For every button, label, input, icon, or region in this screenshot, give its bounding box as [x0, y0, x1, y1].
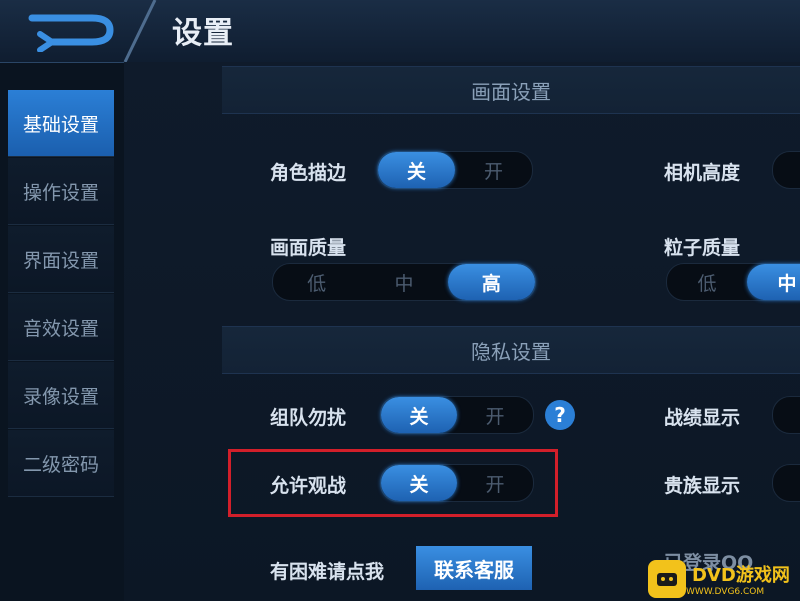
stats-display-label: 战绩显示: [664, 407, 741, 429]
header-divider-icon: [123, 0, 157, 62]
quality-selector[interactable]: 低 中 高: [272, 263, 536, 301]
quality-label: 画面质量: [270, 237, 347, 259]
quality-low-option[interactable]: 低: [273, 264, 360, 300]
outline-on-option[interactable]: 开: [455, 152, 532, 188]
noble-display-label: 贵族显示: [664, 475, 741, 497]
sidebar-item-controls[interactable]: 操作设置: [8, 158, 114, 225]
page-title: 设置: [172, 16, 234, 51]
contact-support-button[interactable]: 联系客服: [416, 546, 532, 590]
camera-height-label: 相机高度: [664, 162, 741, 184]
stats-display-toggle[interactable]: [772, 396, 800, 434]
section-privacy: 隐私设置: [222, 326, 800, 374]
back-arrow-icon[interactable]: [22, 8, 122, 52]
particle-label: 粒子质量: [664, 237, 741, 259]
no-disturb-label: 组队勿扰: [270, 407, 347, 429]
outline-label: 角色描边: [270, 162, 347, 184]
particle-selector[interactable]: 低 中: [666, 263, 800, 301]
quality-mid-option[interactable]: 中: [360, 264, 447, 300]
sidebar-item-basic[interactable]: 基础设置: [8, 90, 114, 157]
no-disturb-on-option[interactable]: 开: [457, 397, 533, 433]
watermark-text: DVD游戏网: [692, 564, 790, 586]
watermark: DVD游戏网 WWW.DVG6.COM: [648, 556, 800, 601]
outline-toggle[interactable]: 关 开: [377, 151, 533, 189]
camera-height-toggle[interactable]: [772, 151, 800, 189]
noble-display-toggle[interactable]: [772, 464, 800, 502]
watermark-subtext: WWW.DVG6.COM: [686, 586, 765, 597]
particle-mid-option[interactable]: 中: [747, 264, 800, 300]
watermark-logo-icon: [648, 559, 686, 598]
particle-low-option[interactable]: 低: [667, 264, 747, 300]
no-disturb-off-option[interactable]: 关: [381, 397, 457, 433]
highlight-box: [228, 449, 558, 517]
help-icon[interactable]: ?: [545, 400, 575, 430]
sidebar-item-replay[interactable]: 录像设置: [8, 362, 114, 429]
sidebar-item-interface[interactable]: 界面设置: [8, 226, 114, 293]
sidebar-item-sound[interactable]: 音效设置: [8, 294, 114, 361]
section-display: 画面设置: [222, 66, 800, 114]
sidebar: 基础设置 操作设置 界面设置 音效设置 录像设置 二级密码: [8, 90, 114, 601]
support-text: 有困难请点我: [270, 561, 385, 583]
header-bar: 设置: [0, 0, 800, 63]
quality-high-option[interactable]: 高: [447, 264, 535, 300]
outline-off-option[interactable]: 关: [378, 152, 455, 188]
no-disturb-toggle[interactable]: 关 开: [380, 396, 534, 434]
sidebar-item-secondary-password[interactable]: 二级密码: [8, 430, 114, 497]
